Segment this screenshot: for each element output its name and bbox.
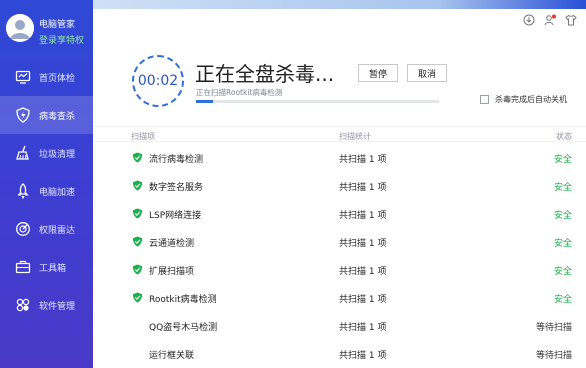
scan-item-count: 共扫描 1 项 bbox=[339, 155, 387, 165]
scan-item-status: 等待扫描 bbox=[535, 351, 572, 361]
scan-item-status: 等待扫描 bbox=[535, 323, 572, 333]
scan-item-name: 数字签名服务 bbox=[149, 183, 204, 193]
scan-item-count: 共扫描 1 项 bbox=[339, 351, 387, 361]
scan-item-count: 共扫描 1 项 bbox=[339, 323, 387, 333]
pause-button[interactable]: 暂停 bbox=[358, 64, 398, 82]
sidebar-item-label: 电脑加速 bbox=[39, 187, 76, 198]
sidebar: 电脑管家 登录享特权 首页体检病毒查杀垃圾清理电脑加速权限雷达工具箱软件管理 bbox=[0, 0, 93, 368]
scan-item-name: QQ盗号木马检测 bbox=[149, 323, 218, 333]
shield-check-icon bbox=[132, 292, 143, 303]
auto-shutdown-checkbox[interactable] bbox=[480, 95, 489, 104]
scan-item-status: 安全 bbox=[553, 183, 572, 193]
scan-item-status: 安全 bbox=[553, 295, 572, 305]
scan-item-status: 安全 bbox=[553, 211, 572, 221]
header-scan-stats: 扫描统计 bbox=[339, 132, 371, 141]
scan-item-status: 安全 bbox=[553, 155, 572, 165]
header-scan-item: 扫描项 bbox=[131, 132, 155, 141]
scan-title: 正在全盘杀毒... bbox=[195, 62, 335, 86]
sidebar-item-label: 垃圾清理 bbox=[39, 149, 76, 160]
sidebar-item-label: 首页体检 bbox=[39, 73, 76, 84]
scan-item-name: Rootkit病毒检测 bbox=[149, 295, 217, 305]
window-top-strip bbox=[93, 0, 586, 9]
table-row: QQ盗号木马检测 共扫描 1 项 等待扫描 bbox=[93, 312, 586, 340]
avatar[interactable] bbox=[6, 14, 34, 42]
sidebar-item-label: 软件管理 bbox=[39, 301, 76, 312]
shield-check-icon bbox=[132, 264, 143, 275]
table-row: 流行病毒检测 共扫描 1 项 安全 bbox=[93, 144, 586, 172]
title-buttons bbox=[522, 13, 578, 27]
scan-item-count: 共扫描 1 项 bbox=[339, 267, 387, 277]
user-add-icon[interactable] bbox=[543, 13, 557, 27]
rocket-icon bbox=[14, 182, 32, 200]
toolbox-icon bbox=[14, 258, 32, 276]
shield-check-icon bbox=[132, 180, 143, 191]
table-row: 运行框关联 共扫描 1 项 等待扫描 bbox=[93, 340, 586, 368]
sidebar-item-5[interactable]: 工具箱 bbox=[0, 248, 93, 286]
apps-icon bbox=[14, 296, 32, 314]
profile-area: 电脑管家 登录享特权 bbox=[0, 0, 93, 58]
scan-progress-bar bbox=[196, 100, 439, 103]
table-row: LSP网络连接 共扫描 1 项 安全 bbox=[93, 200, 586, 228]
sidebar-item-label: 病毒查杀 bbox=[39, 111, 76, 122]
scan-item-count: 共扫描 1 项 bbox=[339, 183, 387, 193]
table-header: 扫描项 扫描统计 状态 bbox=[93, 126, 586, 142]
scan-item-status: 安全 bbox=[553, 267, 572, 277]
sidebar-item-0[interactable]: 首页体检 bbox=[0, 58, 93, 96]
shield-check-icon bbox=[132, 152, 143, 163]
auto-shutdown-label: 杀毒完成后自动关机 bbox=[495, 95, 567, 104]
scan-item-count: 共扫描 1 项 bbox=[339, 239, 387, 249]
table-row: 云通道检测 共扫描 1 项 安全 bbox=[93, 228, 586, 256]
scan-item-count: 共扫描 1 项 bbox=[339, 295, 387, 305]
cancel-button[interactable]: 取消 bbox=[407, 64, 447, 82]
login-link[interactable]: 登录享特权 bbox=[39, 33, 84, 46]
header-status: 状态 bbox=[556, 132, 572, 141]
table-row: 扩展扫描项 共扫描 1 项 安全 bbox=[93, 256, 586, 284]
scan-timer: 00:02 bbox=[132, 55, 184, 107]
scan-item-name: LSP网络连接 bbox=[149, 211, 202, 221]
monitor-icon bbox=[14, 68, 32, 86]
sidebar-item-3[interactable]: 电脑加速 bbox=[0, 172, 93, 210]
sidebar-item-6[interactable]: 软件管理 bbox=[0, 286, 93, 324]
shield-bolt-icon bbox=[14, 106, 32, 124]
scan-item-name: 扩展扫描项 bbox=[149, 267, 195, 277]
current-scan-item: 正在扫描Rootkit病毒检测 bbox=[196, 88, 283, 97]
table-row: Rootkit病毒检测 共扫描 1 项 安全 bbox=[93, 284, 586, 312]
sidebar-item-4[interactable]: 权限雷达 bbox=[0, 210, 93, 248]
sidebar-item-label: 权限雷达 bbox=[39, 225, 76, 236]
user-silhouette-icon bbox=[6, 14, 34, 42]
scan-item-name: 运行框关联 bbox=[149, 351, 195, 361]
username: 电脑管家 bbox=[39, 20, 76, 30]
update-icon[interactable] bbox=[522, 13, 536, 27]
broom-icon bbox=[14, 144, 32, 162]
shield-check-icon bbox=[132, 208, 143, 219]
scan-progress-fill bbox=[196, 100, 213, 103]
sidebar-item-1[interactable]: 病毒查杀 bbox=[0, 96, 93, 134]
skin-icon[interactable] bbox=[564, 13, 578, 27]
scan-item-status: 安全 bbox=[553, 239, 572, 249]
scan-item-name: 云通道检测 bbox=[149, 239, 195, 249]
scan-item-name: 流行病毒检测 bbox=[149, 155, 204, 165]
table-row: 数字签名服务 共扫描 1 项 安全 bbox=[93, 172, 586, 200]
sidebar-item-label: 工具箱 bbox=[39, 263, 67, 274]
radar-icon bbox=[14, 220, 32, 238]
main-panel: 00:02 正在全盘杀毒... 暂停 取消 正在扫描Rootkit病毒检测 杀毒… bbox=[93, 0, 586, 368]
auto-shutdown-option[interactable]: 杀毒完成后自动关机 bbox=[480, 94, 567, 105]
shield-check-icon bbox=[132, 236, 143, 247]
scan-item-count: 共扫描 1 项 bbox=[339, 211, 387, 221]
sidebar-item-2[interactable]: 垃圾清理 bbox=[0, 134, 93, 172]
